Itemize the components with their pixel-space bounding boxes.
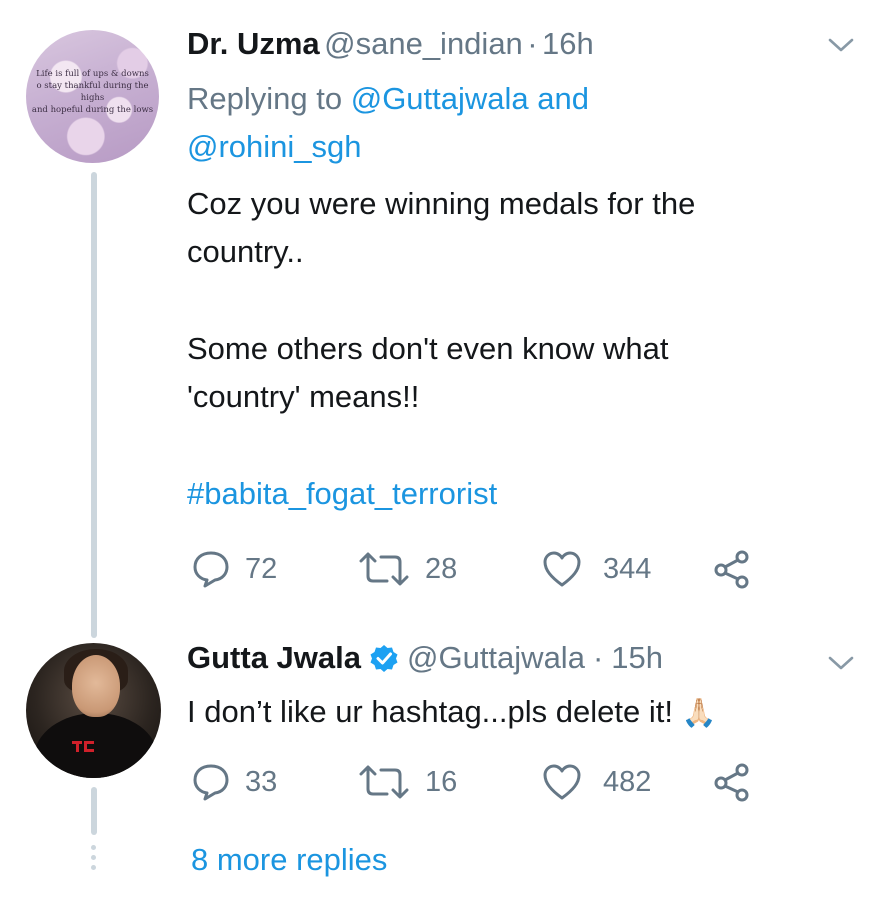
thread-dot xyxy=(91,865,96,870)
separator: · xyxy=(592,640,604,675)
thread-dot xyxy=(91,845,96,850)
thread-line-lower xyxy=(91,787,97,835)
like-button[interactable]: 344 xyxy=(541,549,651,589)
more-replies-link[interactable]: 8 more replies xyxy=(191,836,387,884)
share-button[interactable] xyxy=(712,549,754,589)
verified-badge-icon xyxy=(370,645,398,672)
reply-button[interactable]: 33 xyxy=(191,762,277,802)
tweet-text-line: I don’t like ur hashtag...pls delete it! xyxy=(187,694,673,729)
avatar-gutta-jwala[interactable] xyxy=(26,643,161,778)
handle[interactable]: @sane_indian xyxy=(324,26,523,61)
avatar-dr-uzma[interactable]: Life is full of ups & downs o stay thank… xyxy=(26,30,159,163)
reply-count: 33 xyxy=(245,765,278,798)
thread-dot xyxy=(91,855,96,860)
replying-prefix: Replying to xyxy=(187,81,343,116)
share-icon xyxy=(714,763,749,802)
jersey-logo-icon xyxy=(72,741,94,752)
heart-icon xyxy=(543,764,581,800)
handle[interactable]: @Guttajwala xyxy=(407,640,585,676)
share-icon xyxy=(714,550,749,589)
tweet-menu-button[interactable] xyxy=(827,36,855,59)
avatar-quote: Life is full of ups & downs o stay thank… xyxy=(31,69,154,115)
tweet-text-line: Coz you were winning medals for the xyxy=(187,186,696,221)
tweet-menu-button[interactable] xyxy=(827,654,855,677)
retweet-button[interactable]: 16 xyxy=(357,762,457,802)
mention-rohini[interactable]: @rohini_sgh xyxy=(187,123,362,171)
reply-count: 72 xyxy=(245,552,278,585)
chevron-down-icon xyxy=(828,656,854,670)
replying-to: Replying to @Guttajwala and xyxy=(187,75,589,123)
tweet-text: Coz you were winning medals for the coun… xyxy=(187,180,695,518)
chevron-down-icon xyxy=(828,38,854,52)
timestamp[interactable]: 16h xyxy=(542,26,594,61)
tweet-text-line: 'country' means!! xyxy=(187,379,420,414)
mention-guttajwala[interactable]: @Guttajwala and xyxy=(351,81,589,116)
heart-icon xyxy=(543,551,581,587)
display-name[interactable]: Gutta Jwala xyxy=(187,640,361,676)
separator: · xyxy=(527,26,538,61)
tweet-text-line: country.. xyxy=(187,234,304,269)
tweet-header: Dr. Uzma @sane_indian · 16h xyxy=(187,26,594,62)
timestamp[interactable]: 15h xyxy=(611,640,663,676)
retweet-count: 28 xyxy=(425,552,458,585)
like-count: 344 xyxy=(603,552,652,585)
tweet-text: I don’t like ur hashtag...pls delete it!… xyxy=(187,688,716,737)
avatar-figure xyxy=(34,713,158,778)
retweet-count: 16 xyxy=(425,765,458,798)
like-count: 482 xyxy=(603,765,652,798)
tweet-text-line: Some others don't even know what xyxy=(187,331,669,366)
reply-button[interactable]: 72 xyxy=(191,549,277,589)
like-button[interactable]: 482 xyxy=(541,762,651,802)
retweet-icon xyxy=(359,765,409,799)
thread-line xyxy=(91,172,97,638)
reply-icon xyxy=(193,764,229,801)
retweet-button[interactable]: 28 xyxy=(357,549,457,589)
reply-icon xyxy=(193,551,229,588)
display-name[interactable]: Dr. Uzma xyxy=(187,26,320,61)
folded-hands-emoji: 🙏🏻 xyxy=(681,697,717,728)
share-button[interactable] xyxy=(712,762,754,802)
tweet-header: Gutta Jwala @Guttajwala · 15h xyxy=(187,640,663,676)
retweet-icon xyxy=(359,552,409,586)
avatar-face xyxy=(72,655,120,717)
hashtag-link[interactable]: #babita_fogat_terrorist xyxy=(187,470,695,518)
